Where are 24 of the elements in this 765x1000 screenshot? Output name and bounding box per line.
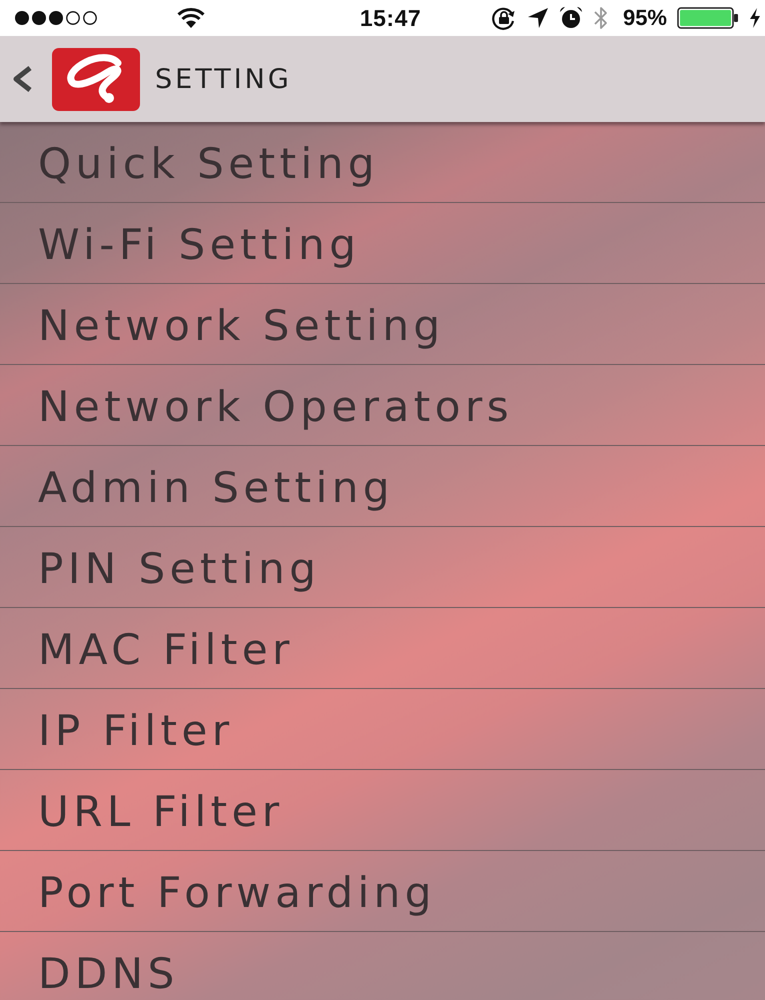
menu-item[interactable]: Port Forwarding bbox=[0, 851, 765, 932]
battery-icon bbox=[677, 7, 739, 29]
menu-item[interactable]: DDNS bbox=[0, 932, 765, 1000]
charging-bolt-icon bbox=[749, 8, 761, 28]
menu-item[interactable]: Quick Setting bbox=[0, 122, 765, 203]
menu-item[interactable]: URL Filter bbox=[0, 770, 765, 851]
battery-percentage: 95% bbox=[622, 5, 667, 31]
menu-item[interactable]: Network Setting bbox=[0, 284, 765, 365]
alarm-clock-icon bbox=[558, 6, 583, 30]
menu-item[interactable]: Wi-Fi Setting bbox=[0, 203, 765, 284]
clock-time: 15:47 bbox=[358, 4, 422, 32]
signal-dots-icon bbox=[14, 10, 98, 26]
menu-item[interactable]: IP Filter bbox=[0, 689, 765, 770]
menu-item[interactable]: Network Operators bbox=[0, 365, 765, 446]
bluetooth-icon bbox=[592, 5, 609, 31]
rotation-lock-icon bbox=[490, 6, 517, 30]
page-title: SETTING bbox=[155, 64, 292, 94]
wifi-icon bbox=[176, 7, 206, 29]
swirl-logo-icon bbox=[52, 48, 140, 110]
location-arrow-icon bbox=[526, 7, 549, 29]
menu-item[interactable]: PIN Setting bbox=[0, 527, 765, 608]
menu-item[interactable]: Admin Setting bbox=[0, 446, 765, 527]
menu-item[interactable]: MAC Filter bbox=[0, 608, 765, 689]
back-chevron-icon[interactable] bbox=[11, 65, 33, 93]
